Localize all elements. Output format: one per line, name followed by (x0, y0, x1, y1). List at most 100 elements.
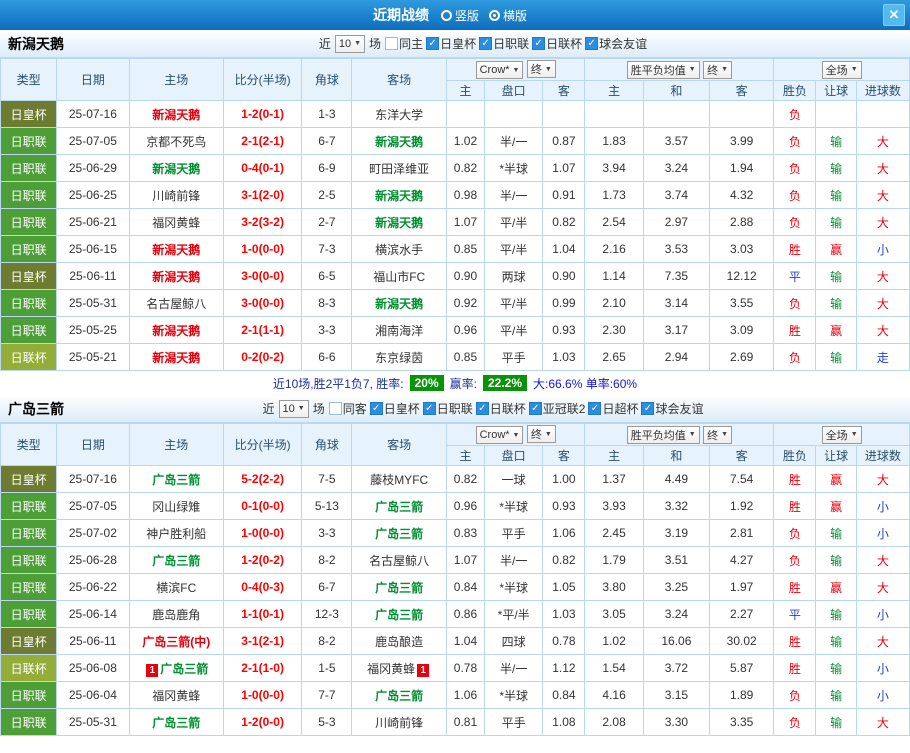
league-filter[interactable]: ✓ 日超杯 (588, 400, 638, 417)
handicap-cell: 平/半 (484, 316, 544, 344)
corner-cell: 7-3 (301, 235, 353, 263)
chevron-down-icon: ▼ (850, 66, 858, 73)
corner-cell: 8-3 (301, 289, 353, 317)
avg-away-odds-cell: 2.69 (709, 343, 775, 371)
result-cell: 胜 (773, 573, 817, 601)
col-odds-home: 主 (445, 80, 486, 101)
goals-result-cell: 大 (855, 708, 910, 736)
league-filter[interactable]: ✓ 日联杯 (475, 400, 526, 417)
col-avg-draw: 和 (642, 80, 711, 101)
league-type-cell: 日职联 (0, 681, 58, 709)
odds-away-cell: 1.12 (542, 654, 586, 682)
league-filter[interactable]: ✓ 球会友谊 (641, 400, 704, 417)
layout-radio-horizontal[interactable]: 横版 (489, 7, 527, 24)
team-section-1: 新潟天鹅 近 10 ▼ 场 同主 ✓ 日皇杯 ✓ 日职联 ✓ 日联杯 ✓ 球会友谊 类型 日期 … (0, 30, 910, 395)
score-cell: 3-2(3-2) (222, 208, 303, 236)
odds-home-cell: 0.82 (445, 154, 486, 182)
scope-select[interactable]: 全场 ▼ (821, 60, 862, 79)
corner-cell: 6-9 (301, 154, 353, 182)
odds-home-cell: 0.84 (445, 573, 486, 601)
checkbox-unchecked-icon (328, 402, 342, 415)
odds-home-cell: 1.02 (445, 127, 486, 155)
league-filter[interactable]: ✓ 日皇杯 (369, 400, 420, 417)
handicap-result-cell: 输 (815, 154, 857, 182)
league-type-cell: 日联杯 (0, 343, 58, 371)
league-filter[interactable]: ✓ 亚冠联2 (528, 400, 585, 417)
league-filter[interactable]: ✓ 日联杯 (532, 35, 582, 52)
bookmaker-select[interactable]: Crow* ▼ (475, 61, 524, 79)
league-filter[interactable]: ✓ 日皇杯 (426, 35, 476, 52)
final-odds-select[interactable]: 终 ▼ (526, 425, 556, 443)
away-team-cell: 湘南海洋 (351, 316, 447, 344)
handicap-group-header: Crow* ▼ 终 ▼ (445, 58, 586, 81)
league-filter[interactable]: 同主 (385, 35, 423, 52)
match-row: 日职联 25-06-22 横滨FC 0-4(0-3) 6-7 广岛三箭 0.84 *半球 1.0… (0, 573, 910, 601)
league-filter[interactable]: ✓ 日职联 (422, 400, 473, 417)
home-team-cell: 新潟天鹅 (128, 100, 224, 128)
layout-radio-vertical[interactable]: 竖版 (440, 7, 479, 24)
league-filter[interactable]: ✓ 球会友谊 (585, 35, 647, 52)
handicap-cell: 平手 (484, 708, 544, 736)
date-cell: 25-07-05 (56, 127, 130, 155)
final-avg-select[interactable]: 终 ▼ (703, 425, 732, 444)
handicap-result-cell: 输 (815, 654, 857, 682)
avg-odds-select[interactable]: 胜平负均值 ▼ (626, 425, 700, 444)
league-filter[interactable]: ✓ 日职联 (479, 35, 529, 52)
win-rate-badge: 20% (409, 375, 444, 391)
avg-draw-odds-cell: 3.51 (642, 546, 711, 574)
date-cell: 25-06-21 (56, 208, 130, 236)
window-title: 近期战绩 (372, 7, 429, 23)
handicap-cell: 一球 (484, 465, 544, 493)
home-team-cell: 新潟天鹅 (128, 262, 224, 290)
result-cell: 负 (773, 289, 817, 317)
handicap-result-cell: 输 (815, 181, 857, 209)
away-team-cell: 川崎前锋 (351, 708, 447, 736)
final-value: 终 (707, 64, 719, 77)
filter-label: 日联杯 (489, 402, 526, 416)
away-team-cell: 新潟天鹅 (351, 208, 447, 236)
league-filter[interactable]: 同客 (328, 400, 367, 417)
recent-count-value: 10 (338, 37, 352, 50)
avg-odds-select[interactable]: 胜平负均值 ▼ (626, 60, 700, 79)
result-cell: 负 (773, 100, 817, 128)
league-type-cell: 日职联 (0, 573, 58, 601)
league-type-cell: 日皇杯 (0, 100, 58, 128)
filter-label: 日超杯 (602, 402, 639, 416)
goals-result-cell: 大 (855, 316, 910, 344)
goals-result-cell: 小 (855, 492, 910, 520)
home-team-cell: 川崎前锋 (128, 181, 224, 209)
avg-home-odds-cell: 2.10 (584, 289, 644, 317)
odds-home-cell: 0.92 (445, 289, 486, 317)
avg-home-odds-cell: 1.54 (584, 654, 644, 682)
recent-count-select[interactable]: 10 ▼ (278, 399, 309, 418)
avg-draw-odds-cell: 3.24 (642, 154, 711, 182)
league-type-cell: 日职联 (0, 519, 58, 547)
avg-draw-odds-cell: 3.30 (642, 708, 711, 736)
matches-table: 类型 日期 主场 比分(半场) 角球 客场 Crow* ▼ 终 ▼ 胜平负均值 ▼ 终… (0, 58, 910, 371)
corner-cell: 1-3 (301, 100, 353, 128)
date-cell: 25-06-04 (56, 681, 130, 709)
col-type: 类型 (0, 58, 58, 101)
final-avg-select[interactable]: 终 ▼ (703, 60, 732, 79)
result-cell: 负 (773, 127, 817, 155)
filter-label: 球会友谊 (599, 37, 648, 51)
goals-result-cell: 大 (855, 465, 910, 493)
goals-result-cell: 小 (855, 600, 910, 628)
goals-result-cell: 小 (855, 235, 910, 263)
handicap-cell: *平/半 (484, 600, 544, 628)
col-avg-home: 主 (584, 80, 644, 101)
handicap-result-cell: 输 (815, 627, 857, 655)
recent-count-select[interactable]: 10 ▼ (334, 34, 366, 53)
corner-cell: 12-3 (301, 600, 353, 628)
match-row: 日职联 25-06-21 福冈黄蜂 3-2(3-2) 2-7 新潟天鹅 1.07 平/半 0.8… (0, 208, 910, 236)
bookmaker-select[interactable]: Crow* ▼ (475, 426, 524, 444)
scope-select[interactable]: 全场 ▼ (821, 425, 862, 444)
final-odds-select[interactable]: 终 ▼ (526, 60, 556, 78)
avg-away-odds-cell: 4.32 (709, 181, 775, 209)
radio-icon (440, 9, 452, 21)
avg-home-odds-cell: 1.73 (584, 181, 644, 209)
close-button[interactable]: ✕ (883, 4, 905, 26)
handicap-result-cell: 输 (815, 708, 857, 736)
checkbox-checked-icon: ✓ (426, 37, 440, 50)
filter-label: 日职联 (493, 37, 530, 51)
